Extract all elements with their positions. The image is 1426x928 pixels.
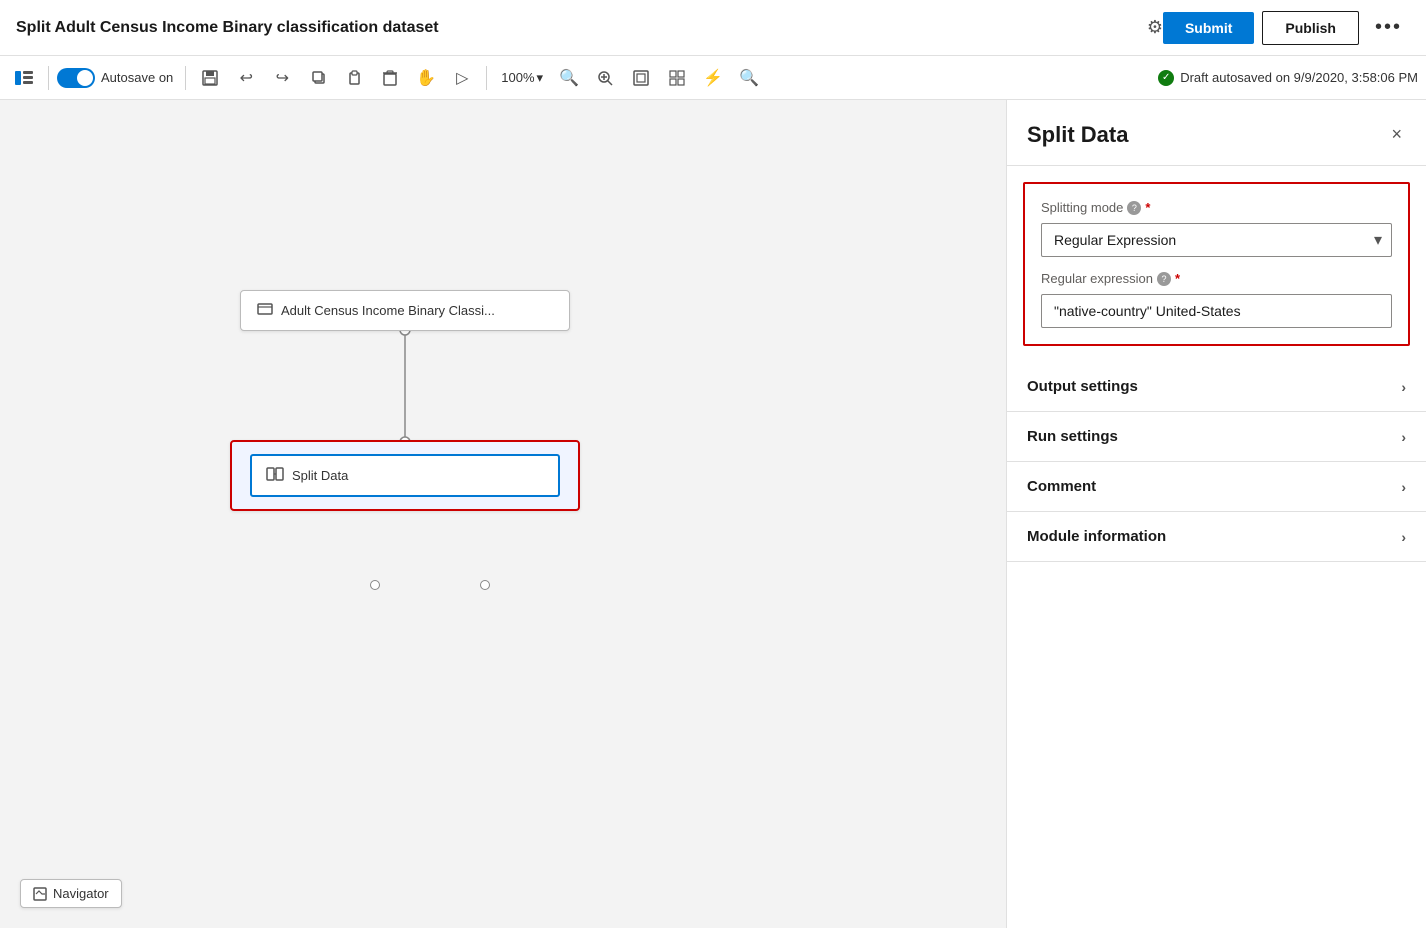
panel-close-button[interactable]: × bbox=[1387, 120, 1406, 149]
lightning-icon[interactable]: ⚡ bbox=[697, 62, 729, 94]
autosave-status-icon: ✓ bbox=[1158, 70, 1174, 86]
connection-lines bbox=[0, 100, 1006, 928]
delete-icon[interactable] bbox=[374, 62, 406, 94]
output-settings-section: Output settings › bbox=[1007, 362, 1426, 412]
zoom-level-label: 100% bbox=[501, 70, 534, 85]
run-icon[interactable]: ▷ bbox=[446, 62, 478, 94]
canvas-area[interactable]: Adult Census Income Binary Classi... Spl… bbox=[0, 100, 1006, 928]
submit-button[interactable]: Submit bbox=[1163, 12, 1254, 44]
zoom-control[interactable]: 100% ▾ bbox=[495, 68, 549, 88]
splitting-mode-required: * bbox=[1145, 200, 1150, 215]
module-information-section: Module information › bbox=[1007, 512, 1426, 562]
paste-icon[interactable] bbox=[338, 62, 370, 94]
comment-label: Comment bbox=[1027, 478, 1096, 495]
toolbar: Autosave on ↩ ↪ ✋ ▷ 100% ▾ 🔍 ⚡ 🔍 bbox=[0, 56, 1426, 100]
regex-input[interactable] bbox=[1041, 294, 1392, 328]
panel-title: Split Data bbox=[1027, 122, 1128, 148]
split-data-label: Split Data bbox=[292, 468, 348, 483]
regex-field: Regular expression ? * bbox=[1041, 271, 1392, 328]
toolbar-divider-1 bbox=[48, 66, 49, 90]
split-data-icon bbox=[266, 466, 284, 485]
output-connector-right[interactable] bbox=[480, 580, 490, 590]
module-information-accordion[interactable]: Module information › bbox=[1007, 512, 1426, 561]
splitting-mode-help-icon[interactable]: ? bbox=[1127, 201, 1141, 215]
fit-screen-icon[interactable] bbox=[625, 62, 657, 94]
navigator-label: Navigator bbox=[53, 886, 109, 901]
draft-status: ✓ Draft autosaved on 9/9/2020, 3:58:06 P… bbox=[1158, 70, 1418, 86]
autosave-label: Autosave on bbox=[101, 70, 173, 85]
dataset-node-icon bbox=[257, 301, 273, 320]
toolbar-divider-3 bbox=[486, 66, 487, 90]
split-data-node-outer[interactable]: Split Data bbox=[230, 440, 580, 511]
output-connector-left[interactable] bbox=[370, 580, 380, 590]
save-icon[interactable] bbox=[194, 62, 226, 94]
split-data-node-inner: Split Data bbox=[250, 454, 560, 497]
undo-icon[interactable]: ↩ bbox=[230, 62, 262, 94]
more-options-button[interactable]: ••• bbox=[1367, 12, 1410, 43]
draft-status-text: Draft autosaved on 9/9/2020, 3:58:06 PM bbox=[1180, 70, 1418, 85]
toolbar-divider-2 bbox=[185, 66, 186, 90]
navigator-button[interactable]: Navigator bbox=[20, 879, 122, 908]
comment-chevron-icon: › bbox=[1401, 479, 1406, 495]
zoom-chevron-icon: ▾ bbox=[537, 70, 544, 86]
output-settings-label: Output settings bbox=[1027, 378, 1138, 395]
module-information-label: Module information bbox=[1027, 528, 1166, 545]
dataset-node[interactable]: Adult Census Income Binary Classi... bbox=[240, 290, 570, 331]
regex-help-icon[interactable]: ? bbox=[1157, 272, 1171, 286]
regex-label: Regular expression ? * bbox=[1041, 271, 1392, 286]
splitting-mode-section: Splitting mode ? * Split Rows Regular Ex… bbox=[1023, 182, 1410, 346]
run-settings-chevron-icon: › bbox=[1401, 429, 1406, 445]
redo-icon[interactable]: ↪ bbox=[266, 62, 298, 94]
dataset-node-label: Adult Census Income Binary Classi... bbox=[281, 303, 495, 318]
comment-accordion[interactable]: Comment › bbox=[1007, 462, 1426, 511]
splitting-mode-select-wrapper: Split Rows Regular Expression Relative E… bbox=[1041, 223, 1392, 257]
zoom-in-icon[interactable] bbox=[589, 62, 621, 94]
search-icon[interactable]: 🔍 bbox=[733, 62, 765, 94]
regex-required: * bbox=[1175, 271, 1180, 286]
run-settings-section: Run settings › bbox=[1007, 412, 1426, 462]
splitting-mode-field: Splitting mode ? * Split Rows Regular Ex… bbox=[1041, 200, 1392, 257]
comment-section: Comment › bbox=[1007, 462, 1426, 512]
right-panel: Split Data × Splitting mode ? * Split Ro… bbox=[1006, 100, 1426, 928]
page-title: Split Adult Census Income Binary classif… bbox=[16, 19, 1137, 37]
header-bar: Split Adult Census Income Binary classif… bbox=[0, 0, 1426, 56]
module-information-chevron-icon: › bbox=[1401, 529, 1406, 545]
copy-icon[interactable] bbox=[302, 62, 334, 94]
autosave-switch[interactable] bbox=[57, 68, 95, 88]
zoom-out-icon[interactable]: 🔍 bbox=[553, 62, 585, 94]
run-settings-accordion[interactable]: Run settings › bbox=[1007, 412, 1426, 461]
splitting-mode-label: Splitting mode ? * bbox=[1041, 200, 1392, 215]
run-settings-label: Run settings bbox=[1027, 428, 1118, 445]
pan-icon[interactable]: ✋ bbox=[410, 62, 442, 94]
output-settings-accordion[interactable]: Output settings › bbox=[1007, 362, 1426, 411]
header-actions: Submit Publish ••• bbox=[1163, 11, 1410, 45]
splitting-mode-select[interactable]: Split Rows Regular Expression Relative E… bbox=[1041, 223, 1392, 257]
main-content: Adult Census Income Binary Classi... Spl… bbox=[0, 100, 1426, 928]
autosave-toggle[interactable]: Autosave on bbox=[57, 68, 173, 88]
output-settings-chevron-icon: › bbox=[1401, 379, 1406, 395]
grid-icon[interactable] bbox=[661, 62, 693, 94]
panel-header: Split Data × bbox=[1007, 100, 1426, 166]
gear-icon[interactable]: ⚙ bbox=[1147, 17, 1163, 38]
publish-button[interactable]: Publish bbox=[1262, 11, 1359, 45]
sidebar-toggle-icon[interactable] bbox=[8, 62, 40, 94]
navigator-icon bbox=[33, 887, 47, 901]
